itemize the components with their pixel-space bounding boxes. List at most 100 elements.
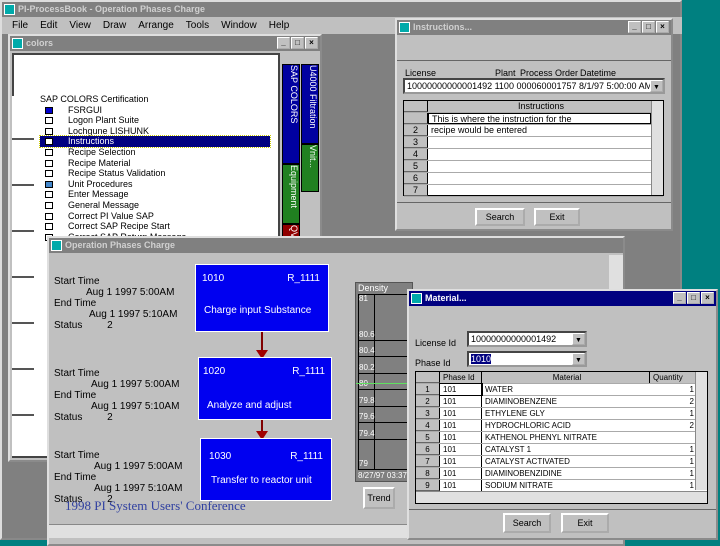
- phase-info-2: Start Time Aug 1 1997 5:00AM End Time Aug …: [54, 368, 180, 423]
- list-item[interactable]: Enter Message: [40, 189, 270, 200]
- list-item[interactable]: General Message: [40, 200, 270, 211]
- search-button[interactable]: Search: [475, 208, 525, 226]
- license-id-combo[interactable]: 10000000000001492 ▼: [467, 331, 587, 347]
- list-item[interactable]: Unit Procedures: [40, 179, 270, 190]
- table-row[interactable]: 1 101 WATER 1: [416, 383, 707, 396]
- minimize-button[interactable]: _: [628, 21, 641, 33]
- dropdown-arrow-icon[interactable]: ▼: [650, 80, 663, 92]
- trend-axis-line: [374, 294, 375, 470]
- page-list-header: SAP COLORS Certification: [40, 94, 149, 104]
- list-item[interactable]: Logon Plant Suite: [40, 115, 270, 126]
- tab-sap-colors[interactable]: SAP COLORS: [282, 64, 300, 164]
- list-item[interactable]: Recipe Selection: [40, 147, 270, 158]
- tab-equipment[interactable]: Equipment: [282, 164, 300, 224]
- display-icon: [51, 240, 62, 251]
- column-header-material[interactable]: Material: [482, 372, 650, 383]
- trend-tick-label: 79: [359, 459, 368, 468]
- vertical-scrollbar[interactable]: [695, 372, 707, 490]
- app-title: PI-ProcessBook - Operation Phases Charge: [18, 4, 206, 14]
- table-row[interactable]: 5 101 KATHENOL PHENYL NITRATE: [416, 432, 707, 444]
- instructions-title-bar[interactable]: Instructions... _ □ ×: [397, 20, 671, 35]
- list-item[interactable]: Recipe Status Validation: [40, 168, 270, 179]
- trend-gridline: [358, 373, 412, 374]
- density-trend[interactable]: Density 81 80.6 80.4 80.2 80 79.8 79.6 79.4 79 8…: [355, 282, 414, 482]
- colors-title: colors: [26, 38, 54, 48]
- minimize-button[interactable]: _: [673, 292, 686, 304]
- trend-gridline: [358, 356, 412, 357]
- menu-edit[interactable]: Edit: [40, 17, 57, 34]
- maximize-button[interactable]: □: [687, 292, 700, 304]
- colors-title-bar[interactable]: colors _ □ ×: [10, 36, 320, 51]
- column-header-phase-id[interactable]: Phase Id: [440, 372, 482, 383]
- list-item[interactable]: Correct SAP Recipe Start: [40, 221, 270, 232]
- trend-value-line: [356, 383, 414, 384]
- search-button[interactable]: Search: [503, 513, 551, 533]
- trend-tick-label: 79.6: [359, 412, 375, 421]
- menu-help[interactable]: Help: [269, 17, 290, 34]
- trend-gridline: [358, 422, 412, 423]
- trend-timestamp: 8/27/97 03:37: [358, 471, 407, 480]
- close-button[interactable]: ×: [305, 37, 318, 49]
- dropdown-arrow-icon[interactable]: ▼: [572, 353, 585, 365]
- menu-arrange[interactable]: Arrange: [138, 17, 174, 34]
- trend-tick-label: 80.2: [359, 363, 375, 372]
- trend-gridline: [358, 439, 412, 440]
- menu-draw[interactable]: Draw: [103, 17, 126, 34]
- table-row[interactable]: 3 101 ETHYLENE GLY 1: [416, 408, 707, 420]
- table-row[interactable]: 3: [404, 137, 663, 149]
- maximize-button[interactable]: □: [291, 37, 304, 49]
- vertical-scrollbar[interactable]: [651, 101, 663, 195]
- window-icon: [411, 293, 422, 304]
- list-item-selected[interactable]: Instructions: [39, 135, 271, 148]
- column-header-quantity[interactable]: Quantity: [650, 372, 696, 383]
- phase-box-1010[interactable]: 1010 R_1111 Charge input Substance: [195, 264, 329, 332]
- horizontal-scrollbar[interactable]: [416, 491, 707, 503]
- table-row[interactable]: 5: [404, 161, 663, 173]
- menu-view[interactable]: View: [69, 17, 91, 34]
- order-combo[interactable]: 10000000000001492 1100 000060001757 8/1/…: [403, 78, 665, 94]
- dropdown-arrow-icon[interactable]: ▼: [572, 333, 585, 345]
- close-button[interactable]: ×: [701, 292, 714, 304]
- exit-button[interactable]: Exit: [561, 513, 609, 533]
- trend-button[interactable]: Trend: [363, 487, 395, 509]
- phase-info-1: Start Time Aug 1 1997 5:00AM End Time Aug …: [54, 276, 178, 331]
- exit-button[interactable]: Exit: [534, 208, 580, 226]
- instructions-grid: Instructions This is where the instructi…: [403, 100, 664, 197]
- list-item[interactable]: Lochgune LISHUNK: [40, 126, 270, 137]
- tab-unit[interactable]: Vnit...: [301, 144, 319, 192]
- list-item[interactable]: FSRGUI: [40, 105, 270, 116]
- table-row[interactable]: This is where the instruction for the: [404, 113, 663, 125]
- close-button[interactable]: ×: [656, 21, 669, 33]
- phase-box-1030[interactable]: 1030 R_1111 Transfer to reactor unit: [200, 438, 332, 501]
- tab-u4000[interactable]: U4000 Filtration: [301, 64, 319, 144]
- table-row[interactable]: 8 101 DIAMINOBENZIDINE 1: [416, 468, 707, 480]
- menu-tools[interactable]: Tools: [186, 17, 209, 34]
- flow-arrow: [256, 420, 268, 440]
- phase-id-combo[interactable]: 1010 ▼: [467, 351, 587, 367]
- menu-file[interactable]: File: [12, 17, 28, 34]
- minimize-button[interactable]: _: [277, 37, 290, 49]
- table-row[interactable]: 2 recipe would be entered: [404, 125, 663, 137]
- menu-window[interactable]: Window: [221, 17, 257, 34]
- table-row[interactable]: 4: [404, 149, 663, 161]
- title-separator: [397, 60, 671, 61]
- phase-id-label: Phase Id: [415, 358, 451, 368]
- opc-title-bar[interactable]: Operation Phases Charge: [49, 238, 623, 253]
- list-item[interactable]: Correct PI Value SAP: [40, 211, 270, 222]
- table-row[interactable]: 6: [404, 173, 663, 185]
- main-title-bar: PI-ProcessBook - Operation Phases Charge: [2, 2, 680, 17]
- phase-box-1020[interactable]: 1020 R_1111 Analyze and adjust: [198, 357, 332, 420]
- table-row[interactable]: 7 101 CATALYST ACTIVATED 1: [416, 456, 707, 468]
- list-item[interactable]: Recipe Material: [40, 158, 270, 169]
- table-row[interactable]: 6 101 CATALYST 11: [416, 444, 707, 456]
- column-header-instructions[interactable]: Instructions: [428, 101, 651, 112]
- trend-gridline: [358, 340, 412, 341]
- maximize-button[interactable]: □: [642, 21, 655, 33]
- trend-tick-label: 80.6: [359, 330, 375, 339]
- phase-info-3: Start Time Aug 1 1997 5:00AM End Time Aug …: [54, 450, 183, 505]
- table-row[interactable]: 2 101 DIAMINOBENZENE 2: [416, 396, 707, 408]
- table-row[interactable]: 4 101 HYDROCHLORIC ACID 2: [416, 420, 707, 432]
- label-license: License: [405, 68, 437, 78]
- material-title-bar[interactable]: Material... _ □ ×: [409, 291, 716, 306]
- table-row[interactable]: 7: [404, 185, 663, 197]
